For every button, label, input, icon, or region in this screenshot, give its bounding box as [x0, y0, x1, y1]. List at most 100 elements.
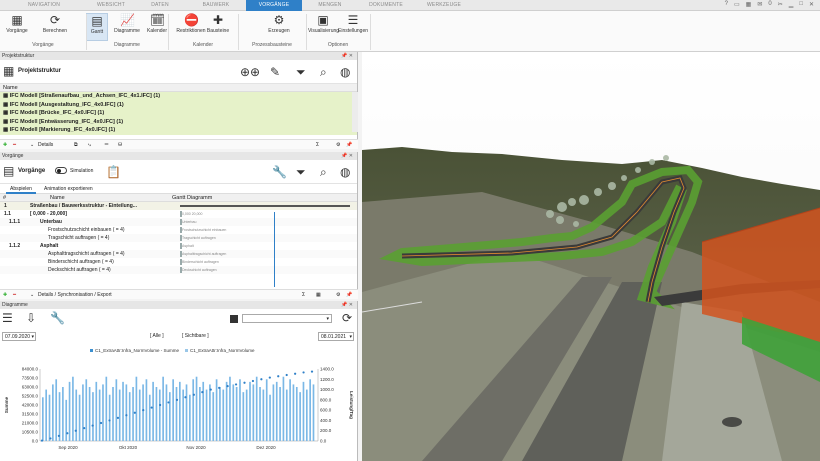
table-row[interactable]: 1.1.2 Asphalt Asphalt [0, 242, 357, 250]
berechnen-button[interactable]: ⟳ Berechnen [38, 13, 72, 41]
zoom-icon[interactable]: ⌕ [320, 165, 327, 180]
list-item[interactable]: ▦ IFC Modell [Markierung_IFC_4x0.IFC] (1… [0, 126, 357, 135]
alle-button[interactable]: [ Alle ] [150, 333, 164, 339]
grid-icon[interactable]: ▦ [746, 1, 752, 10]
diagram-select[interactable]: ▾ [242, 314, 332, 323]
list-item[interactable]: ▦ IFC Modell [Brücke_IFC_4x0.IFC] (1) [0, 109, 357, 118]
menu-icon[interactable]: ☰ [2, 311, 13, 325]
filter-icon[interactable]: ⏷ [296, 65, 306, 80]
tab-navigation[interactable]: NAVIGATION [0, 0, 88, 11]
gear-icon[interactable]: ⚙ [336, 290, 340, 300]
diagramme-button[interactable]: 📈 Diagramme [112, 13, 142, 41]
tab-bauwerk[interactable]: BAUWERK [186, 0, 246, 11]
sichtbare-button[interactable]: [ Sichtbare ] [182, 333, 209, 339]
tab-websicht[interactable]: WEBSICHT [88, 0, 134, 11]
minimize-icon[interactable]: ▁ [789, 1, 794, 10]
tab-vorgänge[interactable]: VORGÄNGE [246, 0, 302, 11]
tab-mengen[interactable]: MENGEN [302, 0, 358, 11]
list-item[interactable]: ▦ IFC Modell [Ausgestaltung_IFC_4x0.IFC]… [0, 100, 357, 109]
table-row[interactable]: 1.1.1 Unterbau Unterbau [0, 218, 357, 226]
date-to[interactable]: 08.01.2021 ▾ [318, 332, 354, 341]
grid-icon[interactable]: ▦ [316, 290, 321, 300]
remove-icon[interactable]: ━ [13, 140, 16, 150]
simulation-toggle[interactable] [55, 167, 67, 174]
cut-icon[interactable]: ✂ [778, 1, 783, 10]
link-icon[interactable]: ⊕⊕ [240, 65, 260, 79]
chevron-down-icon[interactable]: ⌄ [30, 290, 34, 300]
globe-icon[interactable]: ◍ [340, 65, 350, 79]
tab-werkzeuge[interactable]: WERKZEUGE [414, 0, 474, 11]
table-row[interactable]: Deckschicht auftragen ( = 4) Deckschicht … [0, 266, 357, 274]
sum-icon[interactable]: Σ [316, 140, 319, 150]
chart-bar [128, 392, 131, 441]
visualisierung-button[interactable]: ▣ Visualisierung [308, 13, 339, 41]
list-item[interactable]: ▦ IFC Modell [Entwässerung_IFC_4x0.IFC] … [0, 117, 357, 126]
tab-daten[interactable]: DATEN [134, 0, 186, 11]
globe-icon[interactable]: ◍ [340, 165, 350, 179]
pin-icon[interactable]: 📌 [346, 290, 352, 300]
vorgaenge-button[interactable]: ▦ Vorgänge [2, 13, 32, 41]
equal-icon[interactable]: ＝ [104, 140, 109, 150]
erzeugen-button[interactable]: ⚙ Erzeugen [264, 13, 294, 41]
scrollbar[interactable] [352, 92, 358, 132]
add-icon[interactable]: ✚ [3, 140, 7, 150]
gantt-bar[interactable]: Frostschutzschicht einbauen [180, 227, 250, 233]
share-icon[interactable]: ⤷ [88, 140, 91, 150]
chart-bar [85, 379, 88, 441]
remove-icon[interactable]: ━ [13, 290, 16, 300]
table-row[interactable]: 1 Straßenbau / Bauwerksstruktur - Einteil… [0, 202, 357, 210]
gantt-bar[interactable]: 0,000 20,000 [180, 211, 250, 217]
gear-icon[interactable]: ⚙ [336, 140, 340, 150]
monitor-icon[interactable]: ▭ [734, 1, 740, 10]
table-row[interactable]: 1.1 [ 0,000 - 20,000] 0,000 20,000 [0, 210, 357, 218]
gantt-bar[interactable]: Binderschicht auftragen [180, 259, 250, 265]
wrench-icon[interactable]: 🔧 [272, 165, 287, 179]
details-link[interactable]: Details / Synchronisation / Export [38, 290, 112, 300]
maximize-icon[interactable]: □ [799, 1, 803, 10]
pin-icon[interactable]: 📌 [346, 140, 352, 150]
chevron-down-icon[interactable]: ⌄ [30, 140, 34, 150]
pin-icon[interactable]: 📌 ✕ [341, 52, 353, 60]
restriktionen-button[interactable]: ⛔ Restriktionen [174, 13, 208, 41]
gantt-bar[interactable] [180, 205, 350, 207]
copy-icon[interactable]: ⧉ [74, 140, 78, 150]
pen-icon[interactable]: ✎ [270, 65, 280, 79]
tab-animation-exportieren[interactable]: Animation exportieren [40, 184, 97, 194]
export-icon[interactable]: ⇩ [26, 311, 36, 325]
pin-icon[interactable]: 📌 ✕ [341, 152, 353, 160]
zoom-icon[interactable]: ⌕ [320, 65, 327, 80]
message-icon[interactable]: ✉ [757, 1, 762, 10]
gantt-bar[interactable]: Deckschicht auftragen [180, 267, 250, 273]
table-row[interactable]: Asphalttragschicht auftragen ( = 4) Aspha… [0, 250, 357, 258]
table-row[interactable]: Binderschicht auftragen ( = 4) Binderschi… [0, 258, 357, 266]
einstellungen-button[interactable]: ☰ Einstellungen [338, 13, 368, 41]
tab-dokumente[interactable]: DOKUMENTE [358, 0, 414, 11]
row-name: Asphalt [40, 243, 59, 249]
pin-icon[interactable]: 📌 ✕ [341, 301, 353, 309]
tab-abspielen[interactable]: Abspielen [6, 184, 36, 194]
wrench-icon[interactable]: 🔧 [50, 311, 65, 325]
gantt-bar[interactable]: Asphalttragschicht auftragen [180, 251, 250, 257]
close-icon[interactable]: ✕ [809, 1, 814, 10]
filter-icon[interactable]: ⏷ [296, 165, 306, 180]
gantt-bar[interactable]: Tragschicht auftragen [180, 235, 250, 241]
table-row[interactable]: Frostschutzschicht einbauen ( = 4) Frosts… [0, 226, 357, 234]
help-icon[interactable]: ? [725, 1, 728, 10]
table-row[interactable]: Tragschicht auftragen ( = 4) Tragschicht … [0, 234, 357, 242]
details-link[interactable]: Details [38, 140, 53, 150]
bausteine-button[interactable]: ✚ Bausteine [204, 13, 232, 41]
save-icon[interactable] [230, 315, 238, 323]
add-icon[interactable]: ✚ [3, 290, 7, 300]
sum-icon[interactable]: Σ [302, 290, 305, 300]
date-from[interactable]: 07.09.2020 ▾ [2, 332, 36, 341]
refresh-icon[interactable]: ⟳ [342, 311, 352, 325]
gantt-bar[interactable]: Asphalt [180, 243, 250, 249]
3d-viewport[interactable] [362, 52, 820, 461]
chart-bar [282, 376, 285, 441]
list-item[interactable]: ▦ IFC Modell [Straßenaufbau_und_Achsen_I… [0, 92, 357, 101]
bucket-icon[interactable]: ⛁ [118, 140, 122, 150]
vorgaenge-panel: Vorgänge 📌 ✕ ▤ Vorgänge Simulation 📋 🔧 ⏷ … [0, 152, 358, 299]
clipboard-icon[interactable]: 📋 [106, 165, 121, 179]
gantt-button[interactable]: ▤ Gantt [86, 13, 108, 41]
gantt-bar[interactable]: Unterbau [180, 219, 250, 225]
